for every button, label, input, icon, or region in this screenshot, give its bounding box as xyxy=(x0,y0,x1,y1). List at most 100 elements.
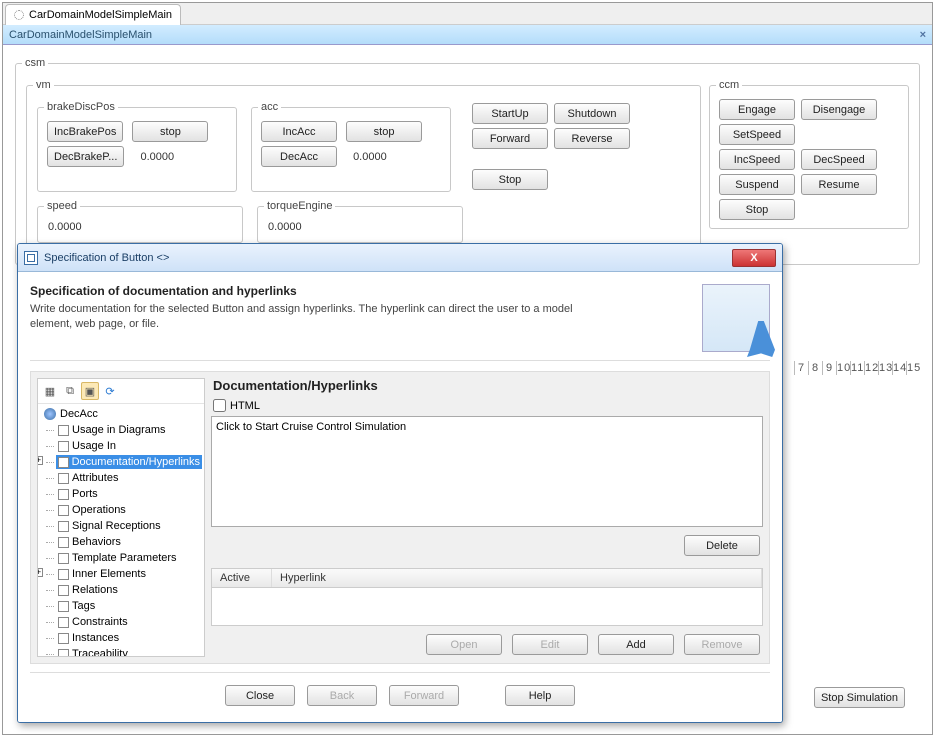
add-button[interactable]: Add xyxy=(598,634,674,655)
tree-item[interactable]: Instances xyxy=(56,630,202,646)
tree-item-icon xyxy=(58,521,69,532)
tab-title: CarDomainModelSimpleMain xyxy=(29,9,172,21)
ruler-tick: 9 xyxy=(822,361,836,375)
tree-item-label: Constraints xyxy=(72,616,128,628)
tree-item[interactable]: +Documentation/Hyperlinks xyxy=(56,454,202,470)
setspeed-button[interactable]: SetSpeed xyxy=(719,124,795,145)
brakediscpos-value: 0.0000 xyxy=(136,148,196,166)
dialog-title: Specification of Button <> xyxy=(44,252,169,264)
ccm-legend: ccm xyxy=(716,79,742,91)
speed-legend: speed xyxy=(44,200,80,212)
ccm-stop-button[interactable]: Stop xyxy=(719,199,795,220)
torque-value: 0.0000 xyxy=(264,218,324,236)
dialog-titlebar[interactable]: Specification of Button <> X xyxy=(18,244,782,272)
engage-button[interactable]: Engage xyxy=(719,99,795,120)
vm-legend: vm xyxy=(33,79,54,91)
html-label: HTML xyxy=(230,400,260,412)
tree-item-icon xyxy=(58,441,69,452)
tree-root[interactable]: DecAcc xyxy=(40,406,202,422)
acc-legend: acc xyxy=(258,101,281,113)
brakediscpos-group: brakeDiscPos IncBrakePos stop DecBrakeP.… xyxy=(37,101,237,192)
tree-expand-toggle[interactable]: + xyxy=(38,456,43,465)
documentation-textarea[interactable] xyxy=(211,416,763,527)
tree-item-label: Traceability xyxy=(72,648,128,656)
tree-item[interactable]: +Inner Elements xyxy=(56,566,202,582)
tree[interactable]: DecAcc Usage in Diagrams Usage In +Documen… xyxy=(38,404,204,656)
open-button: Open xyxy=(426,634,502,655)
tree-item-icon xyxy=(58,553,69,564)
disengage-button[interactable]: Disengage xyxy=(801,99,877,120)
forward-button[interactable]: Forward xyxy=(472,128,548,149)
header-close-icon[interactable]: × xyxy=(920,25,926,45)
tree-item[interactable]: Constraints xyxy=(56,614,202,630)
decspeed-button[interactable]: DecSpeed xyxy=(801,149,877,170)
col-hyperlink: Hyperlink xyxy=(272,569,762,587)
shutdown-button[interactable]: Shutdown xyxy=(554,103,630,124)
tree-item[interactable]: Ports xyxy=(56,486,202,502)
delete-button[interactable]: Delete xyxy=(684,535,760,556)
startup-button[interactable]: StartUp xyxy=(472,103,548,124)
tree-item-label: Instances xyxy=(72,632,119,644)
resume-button[interactable]: Resume xyxy=(801,174,877,195)
tab-main[interactable]: CarDomainModelSimpleMain xyxy=(5,4,181,25)
ruler-tick: 12 xyxy=(864,361,878,375)
ruler-tick: 14 xyxy=(892,361,906,375)
tree-collapse-icon[interactable]: ⧉ xyxy=(61,382,79,400)
html-checkbox-label[interactable]: HTML xyxy=(213,399,763,412)
ruler-tick: 15 xyxy=(906,361,920,375)
incspeed-button[interactable]: IncSpeed xyxy=(719,149,795,170)
speed-value: 0.0000 xyxy=(44,218,104,236)
tree-item[interactable]: Attributes xyxy=(56,470,202,486)
dialog-close-button[interactable]: X xyxy=(732,249,776,267)
vm-stop-button[interactable]: Stop xyxy=(472,169,548,190)
tree-refresh-icon[interactable]: ⟳ xyxy=(101,382,119,400)
tree-item[interactable]: Tags xyxy=(56,598,202,614)
brake-stop-button[interactable]: stop xyxy=(132,121,208,142)
tree-table-icon[interactable]: ▦ xyxy=(41,382,59,400)
csm-legend: csm xyxy=(22,57,48,69)
incbrakepos-button[interactable]: IncBrakePos xyxy=(47,121,123,142)
remove-button: Remove xyxy=(684,634,760,655)
ruler-tick: 7 xyxy=(794,361,808,375)
vm-mid-buttons: StartUp Shutdown Forward Reverse Stop xyxy=(461,97,641,196)
html-checkbox[interactable] xyxy=(213,399,226,412)
decacc-button[interactable]: DecAcc xyxy=(261,146,337,167)
decbrakepos-button[interactable]: DecBrakeP... xyxy=(47,146,124,167)
dialog-title-icon xyxy=(24,251,38,265)
speed-group: speed 0.0000 xyxy=(37,200,243,243)
dialog-footer: Close Back Forward Help xyxy=(30,672,770,710)
acc-stop-button[interactable]: stop xyxy=(346,121,422,142)
dialog-desc-body: Write documentation for the selected But… xyxy=(30,302,590,333)
tree-item-icon xyxy=(58,649,69,657)
hyperlink-table[interactable]: Active Hyperlink xyxy=(211,568,763,626)
tree-item[interactable]: Relations xyxy=(56,582,202,598)
tree-expand-icon[interactable]: ▣ xyxy=(81,382,99,400)
ruler-tick: 8 xyxy=(808,361,822,375)
tree-item[interactable]: Signal Receptions xyxy=(56,518,202,534)
close-button[interactable]: Close xyxy=(225,685,295,706)
torque-group: torqueEngine 0.0000 xyxy=(257,200,463,243)
ccm-group: ccm Engage Disengage SetSpeed IncSpeed D… xyxy=(709,79,909,229)
tree-item[interactable]: Operations xyxy=(56,502,202,518)
tree-item[interactable]: Traceability xyxy=(56,646,202,656)
tree-item-label: Operations xyxy=(72,504,126,516)
tree-item[interactable]: Behaviors xyxy=(56,534,202,550)
help-button[interactable]: Help xyxy=(505,685,575,706)
tree-expand-toggle[interactable]: + xyxy=(38,568,43,577)
stop-simulation-button[interactable]: Stop Simulation xyxy=(814,687,905,708)
tree-item[interactable]: Usage In xyxy=(56,438,202,454)
csm-group: csm vm brakeDiscPos IncBrakePos stop Dec… xyxy=(15,57,920,265)
tree-item[interactable]: Template Parameters xyxy=(56,550,202,566)
tree-item-label: Signal Receptions xyxy=(72,520,161,532)
section-title: Documentation/Hyperlinks xyxy=(213,378,763,393)
tree-item-icon xyxy=(58,537,69,548)
tree-item-label: Usage In xyxy=(72,440,116,452)
hyperlink-header: Active Hyperlink xyxy=(212,569,762,588)
tree-item-icon xyxy=(58,489,69,500)
reverse-button[interactable]: Reverse xyxy=(554,128,630,149)
suspend-button[interactable]: Suspend xyxy=(719,174,795,195)
tree-item[interactable]: Usage in Diagrams xyxy=(56,422,202,438)
incacc-button[interactable]: IncAcc xyxy=(261,121,337,142)
tree-item-icon xyxy=(58,569,69,580)
col-active: Active xyxy=(212,569,272,587)
